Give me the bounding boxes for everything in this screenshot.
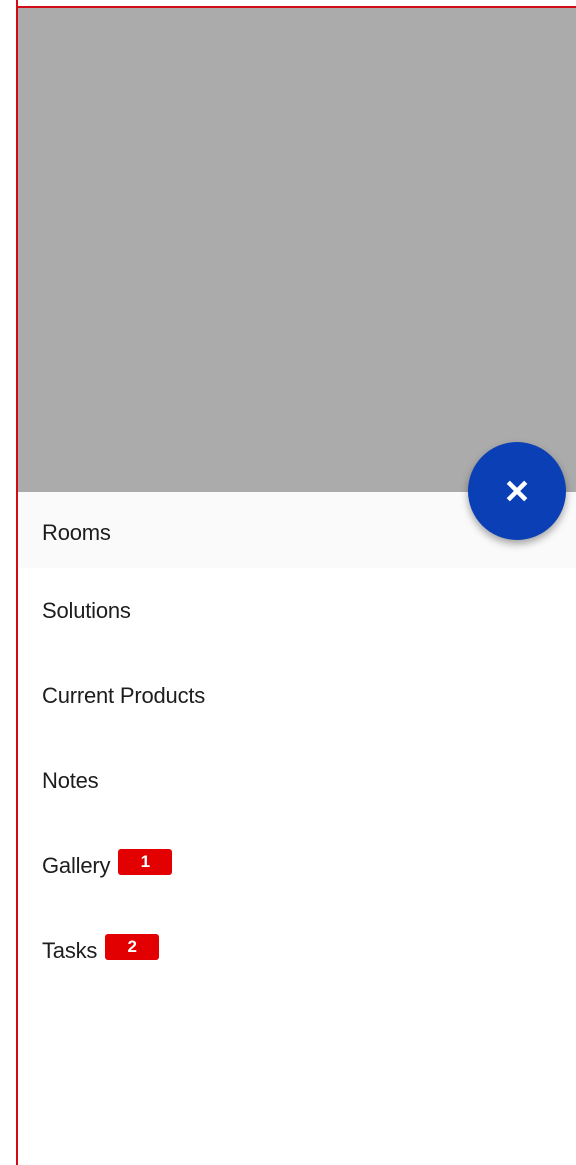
menu-item-label: Rooms xyxy=(42,520,111,545)
frame-border-top xyxy=(16,6,576,8)
count-badge: 2 xyxy=(105,933,160,960)
menu-item-tasks[interactable]: Tasks 2 xyxy=(18,908,576,993)
menu-item-current-products[interactable]: Current Products xyxy=(18,653,576,738)
menu-item-label: Notes xyxy=(42,767,99,793)
menu-item-notes[interactable]: Notes xyxy=(18,738,576,823)
close-fab-button[interactable] xyxy=(468,442,566,540)
header-image-placeholder xyxy=(18,8,576,492)
app-root: Rooms Solutions Current Products Notes G… xyxy=(0,0,576,1165)
close-icon xyxy=(506,480,528,502)
menu-item-label: Solutions xyxy=(42,597,131,623)
count-badge: 1 xyxy=(118,848,173,875)
menu-item-label: Current Products xyxy=(42,682,206,708)
menu-item-label: Gallery xyxy=(42,852,111,878)
menu-item-gallery[interactable]: Gallery 1 xyxy=(18,823,576,908)
side-menu: Rooms Solutions Current Products Notes G… xyxy=(18,492,576,993)
menu-item-solutions[interactable]: Solutions xyxy=(18,568,576,653)
menu-item-label: Tasks xyxy=(42,937,98,963)
